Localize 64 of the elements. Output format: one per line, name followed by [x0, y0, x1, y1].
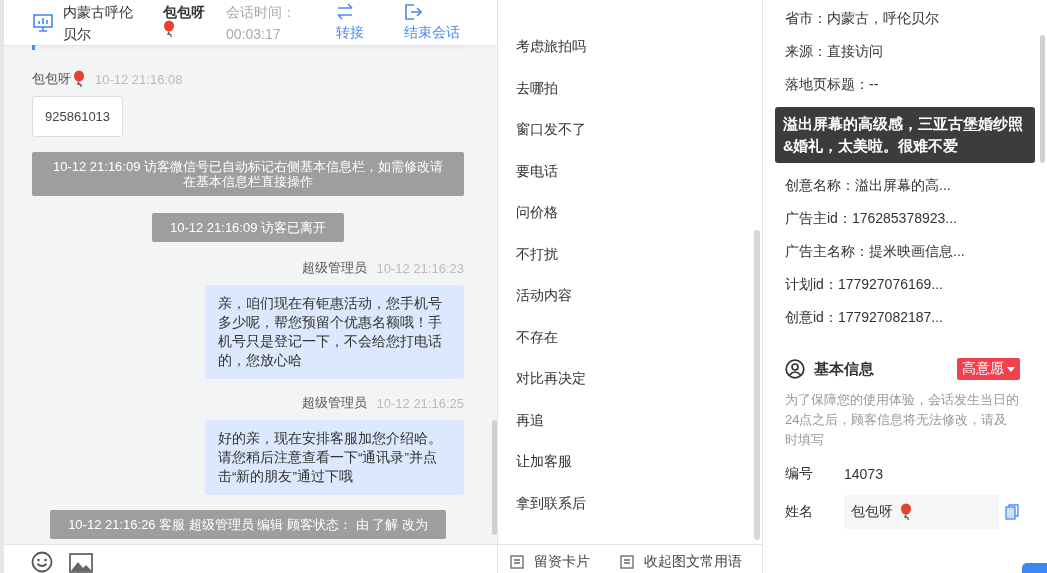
phrase-item[interactable]: 对比再决定: [498, 358, 762, 400]
message-time: 10-12 21:16:25: [376, 395, 464, 411]
info-field: 广告主id：176285378923...: [785, 210, 957, 226]
scrollbar[interactable]: [1040, 35, 1045, 163]
balloon-icon: [73, 70, 85, 88]
phrase-item[interactable]: 窗口发不了: [498, 109, 762, 151]
info-field: 落地页标题：--: [785, 76, 879, 92]
sender-name: 包包呀: [32, 70, 71, 88]
info-field: 创意id：177927082187...: [785, 309, 943, 325]
transfer-button[interactable]: 转接: [336, 3, 396, 42]
field-label: 姓名: [785, 503, 814, 521]
exit-icon: [404, 3, 422, 21]
phrase-action[interactable]: 留资卡片: [510, 553, 590, 573]
field-value: 14073: [844, 466, 883, 482]
phrase-item[interactable]: 去哪拍: [498, 67, 762, 109]
duration-label: 会话时间：: [226, 2, 297, 22]
scrollbar[interactable]: [754, 230, 760, 540]
phrase-item[interactable]: 不打扰: [498, 233, 762, 275]
intent-dropdown[interactable]: 高意愿: [957, 358, 1020, 380]
info-field: 省市：内蒙古，呼伦贝尔: [785, 10, 939, 26]
system-message: 10-12 21:16:26 客服 超级管理员 编辑 顾客状态： 由 了解 改为: [50, 510, 446, 539]
system-message: 10-12 21:16:09 访客已离开: [151, 213, 345, 242]
balloon-icon: [163, 20, 175, 38]
document-icon: [620, 555, 634, 569]
image-icon[interactable]: [69, 553, 93, 573]
swap-arrows-icon: [336, 3, 354, 21]
message-bubble: 925861013: [32, 96, 124, 137]
balloon-icon: [900, 503, 912, 521]
system-message: 10-12 21:16:09 访客微信号已自动标记右侧基本信息栏，如需修改请在基本信息栏直接操作: [32, 152, 464, 196]
name-field[interactable]: 包包呀: [844, 495, 999, 529]
emoji-icon[interactable]: [31, 551, 53, 573]
phrase-item[interactable]: 问价格: [498, 192, 762, 234]
field-label: 编号: [785, 465, 814, 483]
notice-text: 为了保障您的使用体验，会话发生当日的24点之后，顾客信息将无法修改，请及时填写: [785, 391, 1019, 449]
copy-icon[interactable]: [1005, 504, 1019, 520]
duration-value: 00:03:17: [226, 24, 282, 44]
phrase-item[interactable]: 让加客服: [498, 441, 762, 483]
sender-name: 超级管理员: [301, 259, 367, 277]
info-field: 计划id：177927076169...: [785, 276, 943, 292]
visitor-name: 包包呀: [163, 4, 206, 20]
tooltip: 溢出屏幕的高级感，三亚古堡婚纱照&婚礼，太美啦。很难不爱: [775, 107, 1035, 163]
phrase-action[interactable]: 收起图文常用语: [620, 553, 742, 573]
message-bubble: 好的亲，现在安排客服加您介绍哈。请您稍后注意查看一下“通讯录”并点击“新的朋友”通过下哦: [205, 420, 464, 495]
phrase-item[interactable]: 再追: [498, 399, 762, 441]
message-time: 10-12 21:16:23: [376, 260, 464, 276]
phrase-item[interactable]: 考虑旅拍吗: [498, 26, 762, 68]
monitor-icon: [33, 13, 53, 32]
sender-name: 超级管理员: [301, 394, 367, 412]
document-icon: [510, 555, 524, 569]
section-title: 基本信息: [814, 359, 875, 379]
message-time: 10-12 21:16:08: [95, 71, 183, 87]
message-bubble: 亲，咱们现在有钜惠活动，您手机号多少呢，帮您预留个优惠名额哦！手机号只是登记一下，不会给您打电话的，您放心哈: [205, 285, 464, 379]
info-field: 广告主名称：提米映画信息...: [785, 243, 965, 259]
info-field: 创意名称：溢出屏幕的高...: [785, 177, 951, 193]
scrollbar[interactable]: [492, 420, 497, 535]
info-field: 来源：直接访问: [785, 43, 883, 59]
end-session-button[interactable]: 结束会话: [404, 3, 460, 42]
caret-icon: [1007, 366, 1015, 372]
visitor-location: 内蒙古呼伦贝尔: [63, 2, 134, 44]
phrase-item[interactable]: 要电话: [498, 150, 762, 192]
phrase-item[interactable]: 拿到联系后: [498, 482, 762, 524]
user-icon: [785, 359, 805, 379]
phrase-item[interactable]: 不存在: [498, 316, 762, 358]
phrase-item[interactable]: 活动内容: [498, 275, 762, 317]
